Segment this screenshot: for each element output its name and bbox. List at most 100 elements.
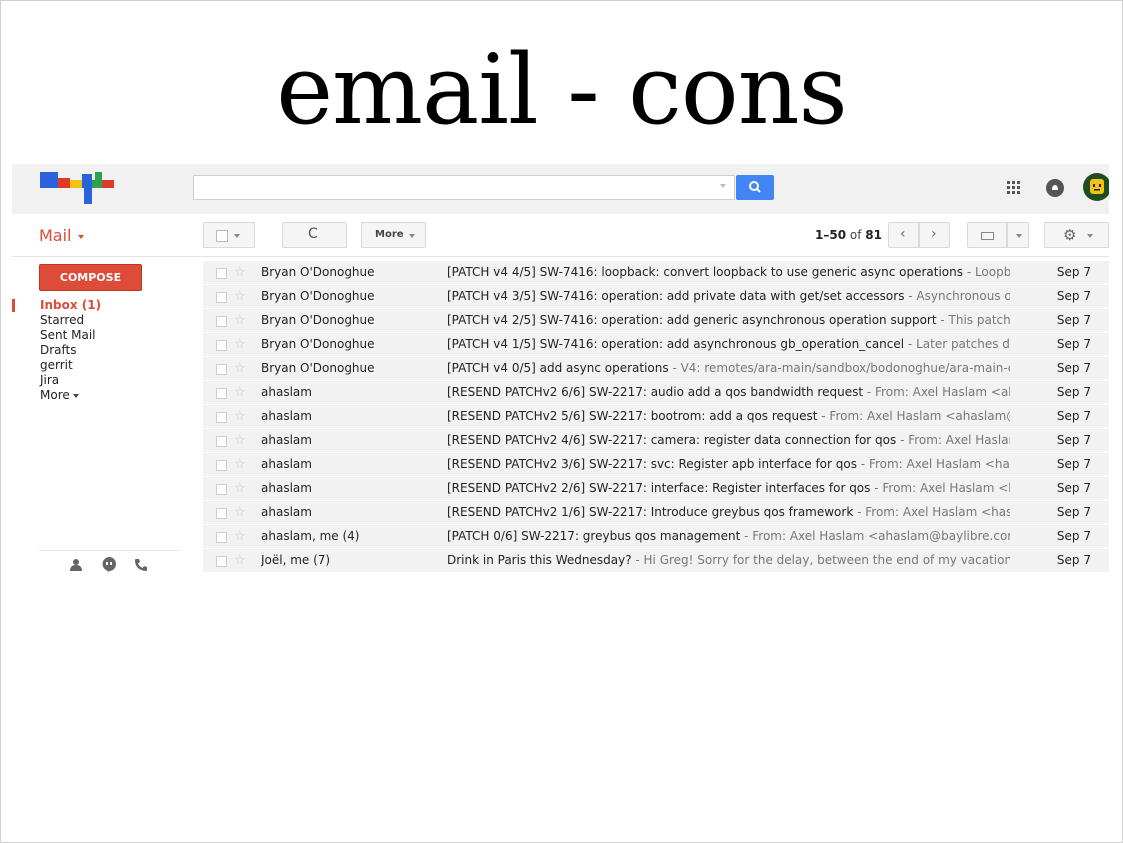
row-checkbox[interactable]: [216, 268, 227, 279]
sidebar-item-gerrit[interactable]: gerrit: [12, 358, 192, 373]
sidebar-item-inbox[interactable]: Inbox (1): [12, 298, 192, 313]
email-date: Sep 7: [1056, 289, 1091, 303]
email-row[interactable]: ☆ ahaslam [RESEND PATCHv2 3/6] SW-2217: sv…: [203, 453, 1109, 477]
star-icon[interactable]: ☆: [234, 405, 246, 428]
email-sender: Joël, me (7): [261, 553, 331, 567]
email-row[interactable]: ☆ ahaslam [RESEND PATCHv2 5/6] SW-2217: bo…: [203, 405, 1109, 429]
email-row[interactable]: ☆ Bryan O'Donoghue [PATCH v4 1/5] SW-7416:…: [203, 333, 1109, 357]
email-row[interactable]: ☆ ahaslam [RESEND PATCHv2 1/6] SW-2217: In…: [203, 501, 1109, 525]
email-snippet: - Asynchronous ope: [908, 289, 1010, 303]
row-checkbox[interactable]: [216, 388, 227, 399]
email-subject: [PATCH v4 2/5] SW-7416: operation: add g…: [447, 313, 937, 327]
email-sender: ahaslam: [261, 409, 312, 423]
email-sender: Bryan O'Donoghue: [261, 361, 375, 375]
star-icon[interactable]: ☆: [234, 549, 246, 572]
more-actions-button[interactable]: More: [361, 222, 426, 248]
compose-button[interactable]: COMPOSE: [39, 264, 142, 291]
email-row[interactable]: ☆ Bryan O'Donoghue [PATCH v4 4/5] SW-7416:…: [203, 261, 1109, 285]
search-button[interactable]: [736, 175, 774, 200]
email-snippet: - Loopbac: [966, 265, 1010, 279]
row-checkbox[interactable]: [216, 508, 227, 519]
email-row[interactable]: ☆ Bryan O'Donoghue [PATCH v4 2/5] SW-7416:…: [203, 309, 1109, 333]
mail-menu[interactable]: Mail: [39, 226, 84, 245]
email-sender: ahaslam: [261, 505, 312, 519]
hangouts-icon[interactable]: [102, 557, 116, 572]
row-checkbox[interactable]: [216, 412, 227, 423]
email-row[interactable]: ☆ Bryan O'Donoghue [PATCH v4 3/5] SW-7416:…: [203, 285, 1109, 309]
search-box[interactable]: [193, 175, 735, 200]
brick-logo-icon[interactable]: [40, 172, 116, 206]
apps-grid-icon[interactable]: [1007, 181, 1021, 195]
sidebar-item-more[interactable]: More: [12, 388, 192, 403]
newer-page-button[interactable]: ‹: [888, 222, 919, 248]
pagination-total: 81: [865, 228, 882, 242]
pagination-text: 1–50 of 81: [764, 228, 882, 242]
email-subject-line: [RESEND PATCHv2 3/6] SW-2217: svc: Regis…: [447, 453, 1010, 476]
email-subject: Drink in Paris this Wednesday?: [447, 553, 632, 567]
avatar[interactable]: [1083, 173, 1109, 201]
email-subject: [PATCH v4 3/5] SW-7416: operation: add p…: [447, 289, 905, 303]
older-page-button[interactable]: ›: [919, 222, 950, 248]
chevron-down-icon: [1087, 234, 1093, 238]
star-icon[interactable]: ☆: [234, 525, 246, 548]
refresh-icon: C: [308, 226, 318, 242]
refresh-button[interactable]: C: [282, 222, 347, 248]
email-row[interactable]: ☆ ahaslam, me (4) [PATCH 0/6] SW-2217: gre…: [203, 525, 1109, 549]
star-icon[interactable]: ☆: [234, 357, 246, 380]
display-density-button[interactable]: [967, 222, 1007, 248]
star-icon[interactable]: ☆: [234, 501, 246, 524]
star-icon[interactable]: ☆: [234, 261, 246, 284]
star-icon[interactable]: ☆: [234, 309, 246, 332]
email-subject: [RESEND PATCHv2 5/6] SW-2217: bootrom: a…: [447, 409, 818, 423]
row-checkbox[interactable]: [216, 532, 227, 543]
sidebar-item-starred[interactable]: Starred: [12, 313, 192, 328]
email-sender: Bryan O'Donoghue: [261, 265, 375, 279]
search-options-chevron-icon[interactable]: [720, 184, 726, 188]
row-checkbox[interactable]: [216, 364, 227, 375]
chevron-down-icon: [409, 234, 415, 238]
email-snippet: - From: Axel Haslam: [896, 433, 1010, 447]
chevron-down-icon: [72, 393, 79, 398]
row-checkbox[interactable]: [216, 340, 227, 351]
sidebar-item-jira[interactable]: Jira: [12, 373, 192, 388]
chevron-down-icon: [1016, 234, 1022, 238]
email-date: Sep 7: [1056, 313, 1091, 327]
row-checkbox[interactable]: [216, 556, 227, 567]
row-checkbox[interactable]: [216, 436, 227, 447]
row-checkbox[interactable]: [216, 460, 227, 471]
email-snippet: - From: Axel Haslam <ha:: [874, 481, 1010, 495]
row-checkbox[interactable]: [216, 484, 227, 495]
email-row[interactable]: ☆ Bryan O'Donoghue [PATCH v4 0/5] add asyn…: [203, 357, 1109, 381]
sidebar-item-sent-mail[interactable]: Sent Mail: [12, 328, 192, 343]
star-icon[interactable]: ☆: [234, 429, 246, 452]
email-row[interactable]: ☆ ahaslam [RESEND PATCHv2 6/6] SW-2217: au…: [203, 381, 1109, 405]
display-density-dropdown[interactable]: [1007, 222, 1029, 248]
row-checkbox[interactable]: [216, 316, 227, 327]
star-icon[interactable]: ☆: [234, 381, 246, 404]
person-icon[interactable]: [70, 559, 82, 571]
sidebar-divider: [39, 550, 179, 551]
star-icon[interactable]: ☆: [234, 453, 246, 476]
toolbar: Mail C More 1–50 of 81 ‹ › ⚙: [12, 214, 1109, 257]
row-checkbox[interactable]: [216, 292, 227, 303]
select-all-button[interactable]: [203, 222, 255, 248]
settings-button[interactable]: ⚙: [1044, 222, 1109, 248]
star-icon[interactable]: ☆: [234, 285, 246, 308]
email-snippet: - V4: remotes/ara-main/sandbox/bodonoghu…: [668, 361, 1010, 375]
email-row[interactable]: ☆ ahaslam [RESEND PATCHv2 4/6] SW-2217: ca…: [203, 429, 1109, 453]
pagination-range: 1–50: [815, 228, 847, 242]
sidebar-item-drafts[interactable]: Drafts: [12, 343, 192, 358]
notifications-icon[interactable]: [1046, 179, 1064, 197]
email-subject: [RESEND PATCHv2 1/6] SW-2217: Introduce …: [447, 505, 854, 519]
email-row[interactable]: ☆ ahaslam [RESEND PATCHv2 2/6] SW-2217: in…: [203, 477, 1109, 501]
gear-icon: ⚙: [1063, 226, 1077, 244]
email-date: Sep 7: [1056, 505, 1091, 519]
email-row[interactable]: ☆ Joël, me (7) Drink in Paris this Wednesd…: [203, 549, 1109, 573]
search-input[interactable]: [198, 177, 682, 200]
star-icon[interactable]: ☆: [234, 333, 246, 356]
email-subject: [PATCH v4 0/5] add async operations: [447, 361, 669, 375]
phone-icon[interactable]: [134, 558, 148, 572]
star-icon[interactable]: ☆: [234, 477, 246, 500]
email-subject-line: [RESEND PATCHv2 5/6] SW-2217: bootrom: a…: [447, 405, 1010, 428]
email-subject: [PATCH v4 4/5] SW-7416: loopback: conver…: [447, 265, 963, 279]
